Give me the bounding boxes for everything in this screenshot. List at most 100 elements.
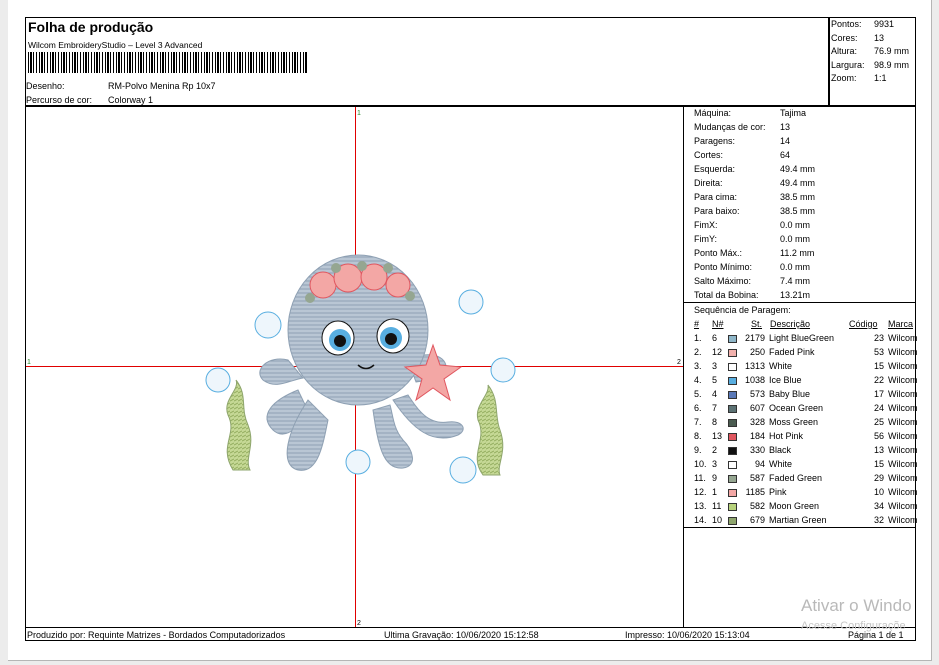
seq-brand: Wilcom [888, 487, 918, 497]
seq-brand: Wilcom [888, 375, 918, 385]
seq-index: 6. [694, 403, 702, 413]
stat-value: 13.21m [780, 290, 811, 300]
seq-description: Faded Pink [769, 347, 815, 357]
sequence-row: 5. 4 573 Baby Blue 17 Wilcom [694, 389, 924, 403]
footer-last-saved: Ultima Gravação: 10/06/2020 15:12:58 [384, 630, 539, 640]
seq-description: Hot Pink [769, 431, 804, 441]
seq-number: 3 [712, 459, 718, 469]
seq-code: 15 [873, 459, 884, 469]
seq-brand: Wilcom [888, 361, 918, 371]
stat-value: 38.5 mm [780, 192, 816, 202]
sequence-row: 7. 8 328 Moss Green 25 Wilcom [694, 417, 924, 431]
seq-code: 53 [873, 347, 884, 357]
sequence-row: 1. 6 2179 Light BlueGreen 23 Wilcom [694, 333, 924, 347]
seq-number: 8 [712, 417, 718, 427]
seq-code: 17 [873, 389, 884, 399]
seq-stitches: 679 [749, 515, 765, 525]
seq-number: 3 [712, 361, 718, 371]
summary-label: Zoom: [831, 73, 857, 83]
stat-label: Ponto Máx.: [694, 248, 743, 258]
stat-value: 11.2 mm [780, 248, 815, 258]
seq-number: 9 [712, 473, 718, 483]
summary-value: 76.9 mm [874, 46, 910, 56]
thread-color-swatch [728, 363, 737, 371]
sequence-row: 13. 11 582 Moon Green 34 Wilcom [694, 501, 924, 515]
axis-mark-top: 1 [357, 110, 361, 117]
footer-produced-by: Produzido por: Requinte Matrizes - Borda… [27, 630, 286, 640]
sequence-row: 2. 12 250 Faded Pink 53 Wilcom [694, 347, 924, 361]
seq-index: 1. [694, 333, 702, 343]
col-index: # [694, 319, 700, 329]
sequence-row: 9. 2 330 Black 13 Wilcom [694, 445, 924, 459]
thread-color-swatch [728, 517, 737, 525]
stat-value: Tajima [780, 108, 807, 118]
stat-value: 49.4 mm [780, 164, 816, 174]
seq-number: 11 [712, 501, 722, 511]
seq-index: 7. [694, 417, 702, 427]
seq-code: 56 [873, 431, 884, 441]
seq-number: 5 [712, 375, 718, 385]
seq-description: White [769, 361, 793, 371]
thread-color-swatch [728, 391, 737, 399]
thread-color-swatch [728, 419, 737, 427]
stat-value: 14 [780, 136, 791, 146]
seq-index: 8. [694, 431, 702, 441]
thread-color-swatch [728, 489, 737, 497]
stat-value: 0.0 mm [780, 262, 811, 272]
stat-label: Para baixo: [694, 206, 740, 216]
seq-code: 13 [873, 445, 884, 455]
seq-code: 22 [873, 375, 884, 385]
seq-number: 12 [712, 347, 723, 357]
col-stitches: St. [751, 319, 763, 329]
software-subtitle: Wilcom EmbroideryStudio – Level 3 Advanc… [28, 40, 203, 50]
stat-value: 0.0 mm [780, 234, 811, 244]
seq-description: Baby Blue [769, 389, 811, 399]
seq-code: 10 [873, 487, 884, 497]
seq-number: 1 [712, 487, 718, 497]
seq-index: 10. [694, 459, 707, 469]
colorway-value: Colorway 1 [108, 95, 154, 105]
seq-brand: Wilcom [888, 417, 918, 427]
summary-value: 98.9 mm [874, 59, 910, 70]
seq-index: 4. [694, 375, 702, 385]
seq-description: Ice Blue [769, 375, 802, 385]
summary-value: 1:1 [874, 73, 887, 83]
stat-value: 7.4 mm [780, 276, 811, 286]
windows-activation-watermark: Ativar o Windo [801, 596, 912, 615]
footer-printed: Impresso: 10/06/2020 15:13:04 [625, 630, 750, 640]
axis-mark-left: 1 [27, 359, 31, 366]
axis-mark-right: 2 [677, 359, 681, 366]
seq-stitches: 1038 [744, 375, 765, 385]
stat-label: Esquerda: [694, 164, 736, 174]
seq-stitches: 328 [749, 417, 765, 427]
seq-code: 15 [873, 361, 884, 371]
sequence-row: 11. 9 587 Faded Green 29 Wilcom [694, 473, 924, 487]
seq-stitches: 587 [749, 473, 765, 483]
seq-stitches: 573 [749, 389, 765, 399]
stat-value: 64 [780, 150, 791, 160]
thread-color-swatch [728, 503, 737, 511]
seq-description: Light BlueGreen [769, 333, 835, 343]
seq-index: 5. [694, 389, 702, 399]
seq-code: 24 [873, 403, 884, 413]
summary-label: Cores: [831, 32, 858, 43]
seq-code: 29 [873, 473, 884, 483]
stat-value: 38.5 mm [780, 206, 816, 216]
sequence-row: 3. 3 1313 White 15 Wilcom [694, 361, 924, 375]
col-code: Código [849, 319, 878, 329]
seq-stitches: 184 [749, 431, 765, 441]
stat-label: Total da Bobina: [694, 290, 759, 300]
stat-label: Cortes: [694, 150, 724, 160]
seq-number: 7 [712, 403, 718, 413]
col-description: Descrição [770, 319, 811, 329]
seq-description: Martian Green [769, 515, 827, 525]
summary-value: 13 [874, 32, 885, 43]
thread-color-swatch [728, 461, 737, 469]
sequence-row: 10. 3 94 White 15 Wilcom [694, 459, 924, 473]
seq-number: 6 [712, 333, 718, 343]
seq-brand: Wilcom [888, 459, 918, 469]
stat-value: 49.4 mm [780, 178, 816, 188]
seq-brand: Wilcom [888, 333, 918, 343]
page-title: Folha de produção [28, 19, 154, 35]
seq-brand: Wilcom [888, 501, 918, 511]
